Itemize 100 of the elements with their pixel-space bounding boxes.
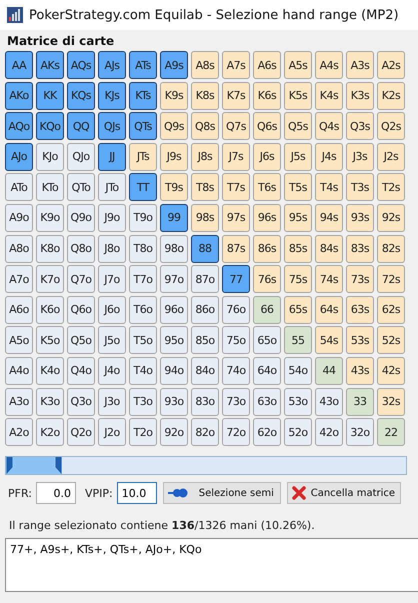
hand-cell[interactable]: K7s [222, 82, 250, 110]
hand-cell[interactable]: 87o [191, 265, 219, 294]
hand-cell[interactable]: 82s [377, 234, 405, 263]
hand-cell[interactable]: J5s [284, 142, 312, 171]
hand-cell[interactable]: K9s [160, 82, 188, 110]
hand-cell[interactable]: A7s [222, 51, 250, 79]
hand-cell[interactable]: A3s [346, 51, 374, 79]
hand-cell[interactable]: KJo [36, 142, 64, 171]
hand-cell[interactable]: Q6o [67, 296, 95, 324]
hand-cell[interactable]: J5o [98, 326, 126, 354]
hand-cell[interactable]: 54o [284, 356, 312, 385]
hand-cell[interactable]: A4s [315, 51, 343, 79]
hand-cell[interactable]: Q7o [67, 265, 95, 294]
hand-cell[interactable]: J2s [377, 142, 405, 171]
hand-cell[interactable]: T9s [160, 173, 188, 202]
hand-cell[interactable]: A4o [5, 356, 33, 385]
hand-cell[interactable]: T3o [129, 388, 157, 416]
hand-cell[interactable]: 52o [284, 418, 312, 446]
hand-cell[interactable]: TT [129, 173, 157, 202]
hand-cell[interactable]: 62o [253, 418, 281, 446]
hand-cell[interactable]: J9s [160, 142, 188, 171]
hand-cell[interactable]: K4s [315, 82, 343, 110]
hand-cell[interactable]: QQ [67, 112, 95, 140]
hand-cell[interactable]: AJs [98, 51, 126, 79]
hand-cell[interactable]: 76s [253, 265, 281, 294]
hand-cell[interactable]: 99 [160, 204, 188, 232]
hand-cell[interactable]: K5o [36, 326, 64, 354]
hand-cell[interactable]: K9o [36, 204, 64, 232]
hand-cell[interactable]: 42s [377, 356, 405, 385]
hand-cell[interactable]: J8o [98, 234, 126, 263]
range-text-field[interactable]: 77+, A9s+, KTs+, QTs+, AJo+, KQo [5, 538, 418, 592]
hand-cell[interactable]: K2s [377, 82, 405, 110]
pfr-input[interactable]: 0.0 [36, 482, 76, 504]
hand-cell[interactable]: K3s [346, 82, 374, 110]
hand-cell[interactable]: JJ [98, 142, 126, 171]
hand-cell[interactable]: JTs [129, 142, 157, 171]
hand-cell[interactable]: 84s [315, 234, 343, 263]
hand-cell[interactable]: K5s [284, 82, 312, 110]
hand-cell[interactable]: A6o [5, 296, 33, 324]
hand-cell[interactable]: KK [36, 82, 64, 110]
hand-cell[interactable]: J6o [98, 296, 126, 324]
hand-cell[interactable]: 93s [346, 204, 374, 232]
hand-cell[interactable]: 62s [377, 296, 405, 324]
hand-cell[interactable]: 53s [346, 326, 374, 354]
hand-cell[interactable]: 73o [222, 388, 250, 416]
hand-cell[interactable]: J7s [222, 142, 250, 171]
hand-cell[interactable]: 85s [284, 234, 312, 263]
hand-cell[interactable]: 95s [284, 204, 312, 232]
hand-cell[interactable]: A2o [5, 418, 33, 446]
hand-cell[interactable]: AKs [36, 51, 64, 79]
hand-cell[interactable]: 22 [377, 418, 405, 446]
hand-cell[interactable]: T5o [129, 326, 157, 354]
hand-cell[interactable]: J3s [346, 142, 374, 171]
hand-cell[interactable]: 44 [315, 356, 343, 385]
hand-cell[interactable]: 76o [222, 296, 250, 324]
hand-cell[interactable]: QJs [98, 112, 126, 140]
range-slider-track[interactable] [5, 456, 407, 476]
hand-cell[interactable]: 64o [253, 356, 281, 385]
hand-cell[interactable]: A8s [191, 51, 219, 79]
hand-cell[interactable]: J6s [253, 142, 281, 171]
hand-cell[interactable]: 98o [160, 234, 188, 263]
hand-cell[interactable]: QTo [67, 173, 95, 202]
hand-cell[interactable]: 87s [222, 234, 250, 263]
hand-cell[interactable]: J4s [315, 142, 343, 171]
hand-cell[interactable]: T3s [346, 173, 374, 202]
hand-cell[interactable]: T2o [129, 418, 157, 446]
hand-cell[interactable]: Q3s [346, 112, 374, 140]
hand-cell[interactable]: Q8o [67, 234, 95, 263]
hand-cell[interactable]: 77 [222, 265, 250, 294]
hand-cell[interactable]: Q3o [67, 388, 95, 416]
hand-cell[interactable]: 53o [284, 388, 312, 416]
hand-cell[interactable]: KTs [129, 82, 157, 110]
hand-cell[interactable]: A9s [160, 51, 188, 79]
hand-cell[interactable]: T8s [191, 173, 219, 202]
hand-cell[interactable]: 97o [160, 265, 188, 294]
hand-cell[interactable]: T8o [129, 234, 157, 263]
hand-cell[interactable]: 85o [191, 326, 219, 354]
hand-cell[interactable]: 73s [346, 265, 374, 294]
hand-cell[interactable]: Q9s [160, 112, 188, 140]
hand-cell[interactable]: 82o [191, 418, 219, 446]
hand-cell[interactable]: T5s [284, 173, 312, 202]
hand-cell[interactable]: AA [5, 51, 33, 79]
hand-cell[interactable]: A9o [5, 204, 33, 232]
hand-cell[interactable]: KQo [36, 112, 64, 140]
hand-cell[interactable]: A5o [5, 326, 33, 354]
hand-cell[interactable]: KJs [98, 82, 126, 110]
hand-cell[interactable]: 63o [253, 388, 281, 416]
hand-cell[interactable]: 86o [191, 296, 219, 324]
hand-cell[interactable]: AJo [5, 142, 33, 171]
hand-cell[interactable]: K8o [36, 234, 64, 263]
hand-cell[interactable]: 54s [315, 326, 343, 354]
hand-cell[interactable]: A8o [5, 234, 33, 263]
hand-cell[interactable]: J7o [98, 265, 126, 294]
hand-cell[interactable]: Q2o [67, 418, 95, 446]
hand-cell[interactable]: ATo [5, 173, 33, 202]
hand-cell[interactable]: A3o [5, 388, 33, 416]
hand-cell[interactable]: T4s [315, 173, 343, 202]
hand-cell[interactable]: 43s [346, 356, 374, 385]
hand-cell[interactable]: A6s [253, 51, 281, 79]
hand-cell[interactable]: 92s [377, 204, 405, 232]
